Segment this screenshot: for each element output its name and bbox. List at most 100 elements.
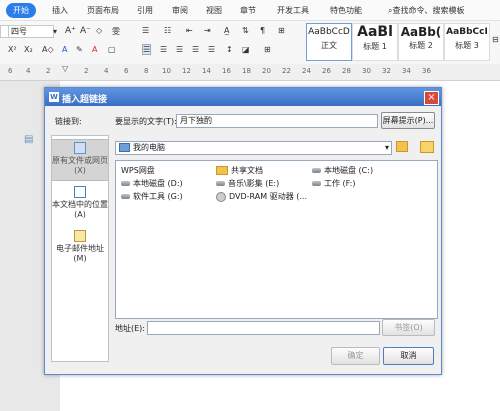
- horizontal-ruler: 6 4 2 2 4 6 8 10 12 14 16 18 20 22 24 26…: [0, 64, 500, 81]
- numbered-list-icon[interactable]: ☷: [164, 26, 171, 35]
- style-heading2[interactable]: AaBb( 标题 2: [398, 23, 444, 61]
- insert-hyperlink-dialog: W 插入超链接 × 链接到: 要显示的文字(T): 月下独酌 屏幕提示(P)..…: [44, 87, 442, 375]
- align-right-icon[interactable]: ☰: [176, 45, 183, 54]
- style-heading1[interactable]: AaBl 标题 1: [352, 23, 398, 61]
- folder-icon: [216, 166, 228, 175]
- bookmark-button[interactable]: 书签(O): [382, 319, 435, 336]
- ruler-number: 6: [8, 67, 13, 75]
- list-item[interactable]: 音乐\影集 (E:): [216, 178, 279, 189]
- ruler-number: 2: [84, 67, 89, 75]
- menu-features[interactable]: 特色功能: [330, 5, 362, 16]
- menu-start[interactable]: 开始: [6, 3, 36, 18]
- phonetic-icon[interactable]: 雯: [112, 26, 120, 37]
- list-item[interactable]: WPS网盘: [121, 165, 155, 176]
- ruler-number: 20: [262, 67, 271, 75]
- link-option-this-document[interactable]: 本文档中的位置(A): [52, 184, 108, 222]
- style-preview: AaBb(: [400, 25, 442, 39]
- styles-more-icon[interactable]: ⊟: [492, 35, 499, 44]
- font-size-select[interactable]: 四号: [8, 25, 54, 38]
- browse-folder-icon[interactable]: [420, 141, 434, 153]
- style-name: 标题 2: [409, 41, 433, 50]
- list-item[interactable]: 本地磁盘 (C:): [312, 165, 373, 176]
- font-color-icon[interactable]: A: [62, 45, 67, 54]
- ruler-number: 2: [46, 67, 51, 75]
- chevron-down-icon: ▾: [384, 143, 389, 152]
- search-command[interactable]: ⌕查找命令、搜索模板: [388, 5, 464, 16]
- link-option-label: 电子邮件地址(M): [56, 244, 104, 263]
- folder-up-icon[interactable]: [396, 141, 408, 152]
- mail-icon: [74, 230, 86, 242]
- shrink-font-icon[interactable]: A⁻: [80, 26, 91, 36]
- increase-indent-icon[interactable]: ⇥: [204, 26, 211, 35]
- close-icon: ×: [427, 92, 436, 103]
- address-input[interactable]: [147, 321, 380, 335]
- style-name: 标题 1: [363, 42, 387, 51]
- disk-icon: [121, 194, 130, 199]
- list-item[interactable]: 工作 (F:): [312, 178, 355, 189]
- screen-tip-button[interactable]: 屏幕提示(P)...: [381, 112, 435, 129]
- menu-view[interactable]: 视图: [206, 5, 222, 16]
- style-heading3[interactable]: AaBbCcI 标题 3: [444, 23, 490, 61]
- sort-icon[interactable]: ⇅: [242, 26, 249, 35]
- decrease-indent-icon[interactable]: ⇤: [186, 26, 193, 35]
- align-center-icon[interactable]: ☰: [160, 45, 167, 54]
- ruler-number: 22: [282, 67, 291, 75]
- highlight-icon[interactable]: ✎: [76, 45, 83, 54]
- show-marks-icon[interactable]: ¶: [260, 26, 265, 35]
- chevron-down-icon[interactable]: ▾: [53, 27, 57, 36]
- dvd-icon: [216, 191, 226, 202]
- borders-icon[interactable]: ⊞: [264, 45, 271, 54]
- menu-review[interactable]: 审阅: [172, 5, 188, 16]
- align-left-icon[interactable]: ☰: [142, 44, 152, 55]
- distribute-icon[interactable]: ☰: [208, 45, 215, 54]
- menu-page-layout[interactable]: 页面布局: [87, 5, 119, 16]
- menu-insert[interactable]: 插入: [52, 5, 68, 16]
- close-button[interactable]: ×: [424, 91, 439, 105]
- superscript-icon[interactable]: X²: [8, 45, 17, 54]
- clear-format-icon[interactable]: ◇: [96, 26, 102, 35]
- grow-font-icon[interactable]: A⁺: [65, 26, 76, 36]
- ruler-number: 26: [322, 67, 331, 75]
- globe-page-icon: [74, 142, 86, 154]
- bullet-list-icon[interactable]: ☰: [142, 26, 149, 35]
- line-spacing-icon[interactable]: ↕: [226, 45, 233, 54]
- ok-button[interactable]: 确定: [331, 347, 380, 365]
- link-option-label: 原有文件或网页(X): [52, 156, 108, 175]
- disk-icon: [121, 181, 130, 186]
- list-item[interactable]: 共享文档: [216, 165, 263, 176]
- subscript-icon[interactable]: X₂: [24, 45, 33, 54]
- link-option-label: 本文档中的位置(A): [52, 200, 108, 219]
- ruler-number: 6: [124, 67, 129, 75]
- menu-chapter[interactable]: 章节: [240, 5, 256, 16]
- style-normal[interactable]: AaBbCcD 正文: [306, 23, 352, 61]
- shading-icon[interactable]: ◪: [242, 45, 250, 54]
- chinese-layout-icon[interactable]: A̲: [224, 26, 229, 35]
- link-option-existing-file[interactable]: 原有文件或网页(X): [52, 139, 108, 181]
- document-icon: [74, 186, 86, 198]
- menubar: 开始 插入 页面布局 引用 审阅 视图 章节 开发工具 特色功能 ⌕查找命令、搜…: [0, 0, 500, 21]
- clear-icon[interactable]: A◇: [42, 45, 54, 54]
- menu-references[interactable]: 引用: [137, 5, 153, 16]
- indent-marker[interactable]: ▽: [62, 64, 68, 73]
- style-preview: AaBbCcI: [446, 27, 488, 37]
- disk-icon: [312, 181, 321, 186]
- link-option-email[interactable]: 电子邮件地址(M): [52, 228, 108, 266]
- disk-icon: [216, 181, 225, 186]
- list-item[interactable]: 软件工具 (G:): [121, 191, 183, 202]
- text-color-icon[interactable]: A: [92, 45, 97, 54]
- dialog-titlebar[interactable]: W 插入超链接 ×: [45, 88, 441, 106]
- list-item[interactable]: DVD-RAM 驱动器 (...: [216, 191, 307, 202]
- ruler-number: 28: [342, 67, 351, 75]
- justify-icon[interactable]: ☰: [192, 45, 199, 54]
- menu-developer[interactable]: 开发工具: [277, 5, 309, 16]
- location-select[interactable]: 我的电脑 ▾: [115, 141, 392, 155]
- cancel-button[interactable]: 取消: [383, 347, 434, 365]
- char-border-icon[interactable]: ▢: [108, 45, 116, 54]
- list-item[interactable]: 本地磁盘 (D:): [121, 178, 183, 189]
- display-text-input[interactable]: 月下独酌: [176, 114, 378, 128]
- ruler-number: 12: [182, 67, 191, 75]
- ruler-number: 32: [382, 67, 391, 75]
- file-list[interactable]: WPS网盘 共享文档 本地磁盘 (C:) 本地磁盘 (D:) 音乐\影集 (E:…: [115, 160, 438, 319]
- format-icon[interactable]: ⊞: [278, 26, 285, 35]
- disk-icon: [312, 168, 321, 173]
